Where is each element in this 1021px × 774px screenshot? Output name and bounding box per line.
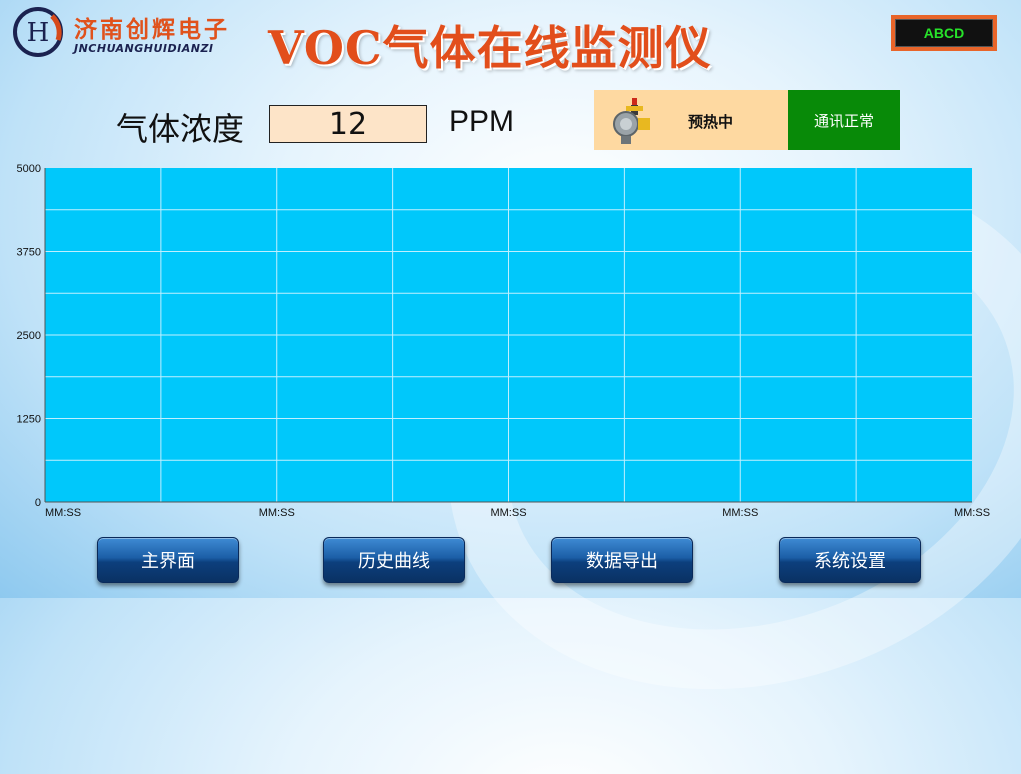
gas-detector-icon: [613, 98, 650, 144]
history-curve-button[interactable]: 历史曲线: [323, 537, 465, 583]
concentration-label: 气体浓度: [116, 110, 245, 148]
data-export-button[interactable]: 数据导出: [551, 537, 693, 583]
x-tick-label: MM:SS: [259, 507, 295, 519]
y-tick-label: 2500: [17, 330, 41, 342]
concentration-value: 12: [269, 105, 427, 143]
x-tick-label: MM:SS: [490, 507, 526, 519]
status-panel: 预热中 通讯正常: [594, 90, 900, 150]
trend-chart: 5000 3750 2500 1250 0 MM:SS MM:SS MM:SS MM:SS MM:…: [0, 160, 1021, 520]
preheat-status-text: 预热中: [688, 113, 734, 131]
x-tick-label: MM:SS: [954, 507, 990, 519]
badge-text: ABCD: [895, 19, 993, 47]
page-title: VOC气体在线监测仪: [268, 21, 712, 75]
x-tick-label: MM:SS: [45, 507, 81, 519]
company-name-en: JNCHUANGHUIDIANZI: [74, 42, 214, 55]
x-tick-label: MM:SS: [722, 507, 758, 519]
company-logo: H 济南创辉电子 JNCHUANGHUIDIANZI: [12, 6, 242, 58]
concentration-unit: PPM: [449, 105, 515, 138]
status-badge: ABCD: [891, 15, 997, 51]
logo-letter: H: [27, 18, 50, 48]
y-tick-label: 0: [35, 497, 41, 509]
bottom-nav: 主界面 历史曲线 数据导出 系统设置: [0, 537, 1021, 587]
main-screen-button[interactable]: 主界面: [97, 537, 239, 583]
trend-chart-svg: 5000 3750 2500 1250 0 MM:SS MM:SS MM:SS MM:SS MM:…: [17, 163, 991, 519]
y-tick-label: 5000: [17, 163, 41, 175]
y-tick-label: 3750: [17, 247, 41, 259]
sensor-status: 预热中: [594, 90, 788, 150]
company-name-cn: 济南创辉电子: [74, 17, 230, 43]
system-settings-button[interactable]: 系统设置: [779, 537, 921, 583]
communication-status: 通讯正常: [788, 90, 900, 150]
logo-emblem-icon: H: [13, 7, 63, 57]
y-tick-label: 1250: [17, 414, 41, 426]
